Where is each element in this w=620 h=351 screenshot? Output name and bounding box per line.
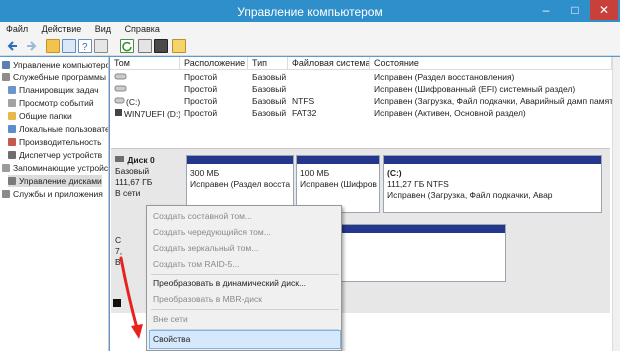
- column-header-volume[interactable]: Том: [110, 57, 180, 70]
- help-icon[interactable]: ?: [78, 39, 92, 53]
- column-header-type[interactable]: Тип: [248, 57, 288, 70]
- tree-item-shared-folders[interactable]: Общие папки: [8, 110, 72, 122]
- console-tree: Управление компьютером Служебные програм…: [0, 57, 109, 351]
- tree-item-computer-management[interactable]: Управление компьютером: [2, 59, 108, 71]
- svg-text:?: ?: [82, 42, 88, 52]
- help-book-icon[interactable]: [172, 39, 186, 53]
- disk-context-menu: Создать составной том... Создать чередую…: [146, 205, 342, 351]
- export-icon[interactable]: [138, 39, 152, 53]
- tree-item-event-viewer[interactable]: Просмотр событий: [8, 97, 94, 109]
- back-arrow-icon[interactable]: [6, 39, 20, 53]
- drive-icon: [114, 97, 125, 104]
- device-manager-icon: [8, 151, 16, 159]
- toolbar: ?: [0, 37, 620, 56]
- tree-item-local-users[interactable]: Локальные пользователи: [8, 123, 108, 135]
- menu-file[interactable]: Файл: [0, 22, 33, 34]
- table-row[interactable]: Простой Базовый Исправен (Шифрованный (E…: [110, 83, 612, 95]
- menu-item-convert-dynamic[interactable]: Преобразовать в динамический диск...: [153, 275, 306, 291]
- properties-sheet-icon[interactable]: [154, 39, 168, 53]
- tree-item-performance[interactable]: Производительность: [8, 136, 102, 148]
- table-row[interactable]: WIN7UEFI (D:) Простой Базовый FAT32 Испр…: [110, 107, 612, 119]
- menu-item-offline[interactable]: Вне сети: [153, 311, 188, 327]
- menu-help[interactable]: Справка: [119, 22, 165, 34]
- title-bar: Управление компьютером – □ ✕: [0, 0, 620, 22]
- tree-item-device-manager[interactable]: Диспетчер устройств: [8, 149, 102, 161]
- properties-icon[interactable]: [94, 39, 108, 53]
- drive-icon: [115, 109, 122, 116]
- performance-icon: [8, 138, 16, 146]
- scheduler-icon: [8, 86, 16, 94]
- maximize-button[interactable]: □: [561, 0, 589, 20]
- window-title: Управление компьютером: [237, 5, 383, 19]
- column-header-filesystem[interactable]: Файловая система: [288, 57, 370, 70]
- partition-c[interactable]: (C:) 111,27 ГБ NTFS Исправен (Загрузка, Фа…: [383, 155, 602, 213]
- services-icon: [2, 190, 10, 198]
- menu-bar: Файл Действие Вид Справка: [0, 22, 620, 37]
- menu-separator: [151, 309, 339, 310]
- menu-item-convert-mbr[interactable]: Преобразовать в MBR-диск: [153, 291, 262, 307]
- disk-icon: [115, 156, 124, 162]
- vertical-scrollbar[interactable]: [612, 57, 620, 351]
- tree-item-storage[interactable]: Запоминающие устройства: [2, 162, 108, 174]
- up-folder-icon[interactable]: [46, 39, 60, 53]
- menu-item-create-raid5[interactable]: Создать том RAID-5...: [153, 256, 239, 272]
- drive-icon: [110, 83, 180, 95]
- tree-item-task-scheduler[interactable]: Планировщик задач: [8, 84, 99, 96]
- users-icon: [8, 125, 16, 133]
- tools-icon: [2, 73, 10, 81]
- tree-item-system-tools[interactable]: Служебные программы: [2, 71, 106, 83]
- tree-view-icon[interactable]: [62, 39, 76, 53]
- menu-separator: [151, 329, 339, 330]
- minimize-button[interactable]: –: [532, 0, 560, 20]
- menu-item-properties[interactable]: Свойства: [153, 331, 190, 347]
- close-button[interactable]: ✕: [590, 0, 618, 20]
- menu-item-create-spanned[interactable]: Создать составной том...: [153, 208, 252, 224]
- table-row[interactable]: (C:) Простой Базовый NTFS Исправен (Загр…: [110, 95, 612, 107]
- column-header-layout[interactable]: Расположение: [180, 57, 248, 70]
- legend-unallocated-swatch: [113, 299, 121, 307]
- column-header-status[interactable]: Состояние: [370, 57, 612, 70]
- forward-arrow-icon[interactable]: [24, 39, 38, 53]
- disk0-label[interactable]: Диск 0 Базовый 111,67 ГБ В сети: [115, 155, 179, 199]
- table-row[interactable]: Простой Базовый Исправен (Раздел восстан…: [110, 71, 612, 83]
- drive-icon: [110, 71, 180, 83]
- menu-view[interactable]: Вид: [89, 22, 116, 34]
- event-viewer-icon: [8, 99, 16, 107]
- disk-management-icon: [8, 177, 16, 185]
- tree-item-disk-management[interactable]: Управление дисками: [8, 175, 102, 187]
- storage-icon: [2, 164, 10, 172]
- menu-item-create-striped[interactable]: Создать чередующийся том...: [153, 224, 271, 240]
- computer-icon: [2, 61, 10, 69]
- shared-folder-icon: [8, 112, 16, 120]
- menu-action[interactable]: Действие: [36, 22, 87, 34]
- tree-item-services-apps[interactable]: Службы и приложения: [2, 188, 103, 200]
- refresh-icon[interactable]: [120, 39, 134, 53]
- menu-item-create-mirrored[interactable]: Создать зеркальный том...: [153, 240, 258, 256]
